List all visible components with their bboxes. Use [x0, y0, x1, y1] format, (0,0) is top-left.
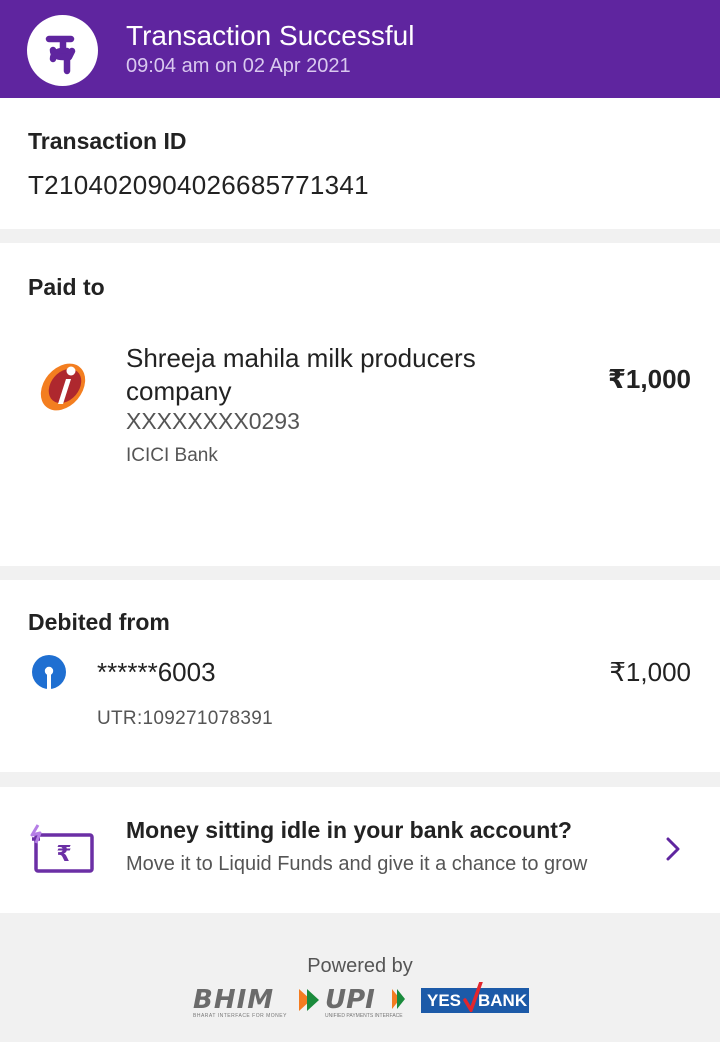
promo-title: Money sitting idle in your bank account?: [126, 817, 572, 843]
status-header: Transaction Successful 09:04 am on 02 Ap…: [0, 0, 720, 98]
bhim-tagline: BHARAT INTERFACE FOR MONEY: [193, 1013, 287, 1019]
debited-amount: ₹1,000: [609, 657, 691, 687]
transaction-id-card: Transaction ID T2104020904026685771341: [0, 98, 720, 229]
bhim-upi-logo: BHIM BHARAT INTERFACE FOR MONEY UPI UNIF…: [193, 985, 408, 1019]
liquid-funds-promo[interactable]: ₹ Money sitting idle in your bank accoun…: [0, 787, 720, 913]
utr-number[interactable]: UTR:109271078391: [97, 708, 273, 730]
debit-account-number: ******6003: [97, 657, 216, 687]
payee-account-number: XXXXXXXX0293: [126, 408, 300, 434]
phonepe-logo-icon: [27, 15, 98, 86]
sbi-bank-logo-icon: [31, 654, 67, 695]
upi-arrow-icon: [299, 989, 319, 1011]
page-title: Transaction Successful: [126, 20, 415, 51]
upi-arrow-small-icon: [392, 989, 405, 1009]
paid-to-card: Paid to Shreeja mahila milk producers co…: [0, 243, 720, 566]
transaction-timestamp: 09:04 am on 02 Apr 2021: [126, 55, 351, 77]
promo-subtitle: Move it to Liquid Funds and give it a ch…: [126, 853, 588, 875]
yes-bank-logo-yes: YES: [427, 991, 462, 1010]
payee-bank-name: ICICI Bank: [126, 445, 218, 466]
yes-bank-logo-bank: BANK: [478, 991, 528, 1010]
transaction-id-value[interactable]: T2104020904026685771341: [28, 170, 369, 201]
yes-bank-logo: YES BANK: [421, 982, 529, 1013]
rupee-card-icon: ₹: [30, 821, 96, 882]
upi-logo-text: UPI: [325, 985, 375, 1015]
icici-bank-logo-icon: [36, 359, 90, 420]
payee-name: Shreeja mahila milk producers company: [126, 343, 476, 406]
paid-to-label: Paid to: [28, 274, 105, 300]
powered-by-label: Powered by: [307, 955, 413, 977]
bhim-logo-text: BHIM: [193, 985, 275, 1015]
upi-tagline: UNIFIED PAYMENTS INTERFACE: [325, 1013, 403, 1019]
transaction-id-label: Transaction ID: [28, 128, 187, 154]
svg-text:₹: ₹: [56, 842, 71, 867]
debited-from-card: Debited from ******6003 ₹1,000 UTR:10927…: [0, 580, 720, 772]
debited-from-label: Debited from: [28, 609, 170, 635]
paid-amount: ₹1,000: [607, 364, 691, 394]
chevron-right-icon[interactable]: [666, 837, 680, 866]
